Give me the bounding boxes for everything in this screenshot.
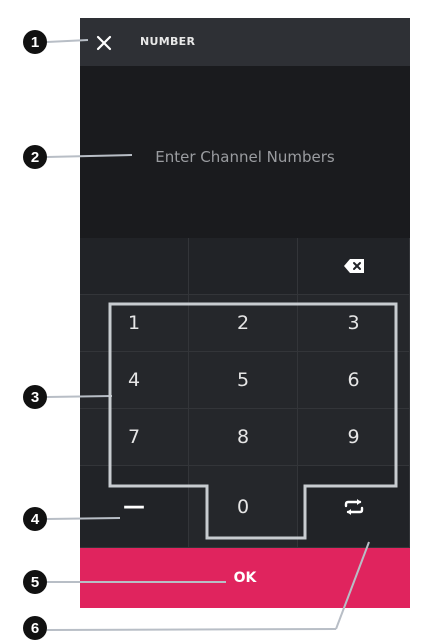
key-9[interactable]: 9 [298,409,410,466]
callout-3: 3 [23,385,47,409]
callout-5: 5 [23,570,47,594]
key-7[interactable]: 7 [80,409,189,466]
key-1[interactable]: 1 [80,295,189,352]
callout-2: 2 [23,145,47,169]
key-2[interactable]: 2 [189,295,298,352]
backspace-icon [343,259,364,273]
key-0[interactable]: 0 [189,466,298,548]
backspace-button[interactable] [298,238,410,295]
channel-display [80,66,410,238]
close-button[interactable] [92,31,116,55]
key-4[interactable]: 4 [80,352,189,409]
swap-icon [344,498,363,515]
key-8[interactable]: 8 [189,409,298,466]
dash-label: — [123,494,145,519]
empty-key-middle [189,238,298,295]
key-5[interactable]: 5 [189,352,298,409]
callout-4: 4 [23,507,47,531]
close-icon [96,35,112,51]
number-entry-panel: NUMBER 1 2 3 4 5 6 7 8 9 — 0 [80,18,410,608]
swap-button[interactable] [298,466,410,548]
callout-6: 6 [23,616,47,640]
key-3[interactable]: 3 [298,295,410,352]
channel-number-input[interactable] [80,144,410,170]
ok-button[interactable]: OK [80,548,410,608]
title-bar: NUMBER [80,18,410,66]
empty-key-left [80,238,189,295]
dialog-title: NUMBER [140,35,196,48]
dash-button[interactable]: — [80,466,189,548]
screenshot-stage: NUMBER 1 2 3 4 5 6 7 8 9 — 0 [0,0,423,643]
key-6[interactable]: 6 [298,352,410,409]
callout-1: 1 [23,30,47,54]
